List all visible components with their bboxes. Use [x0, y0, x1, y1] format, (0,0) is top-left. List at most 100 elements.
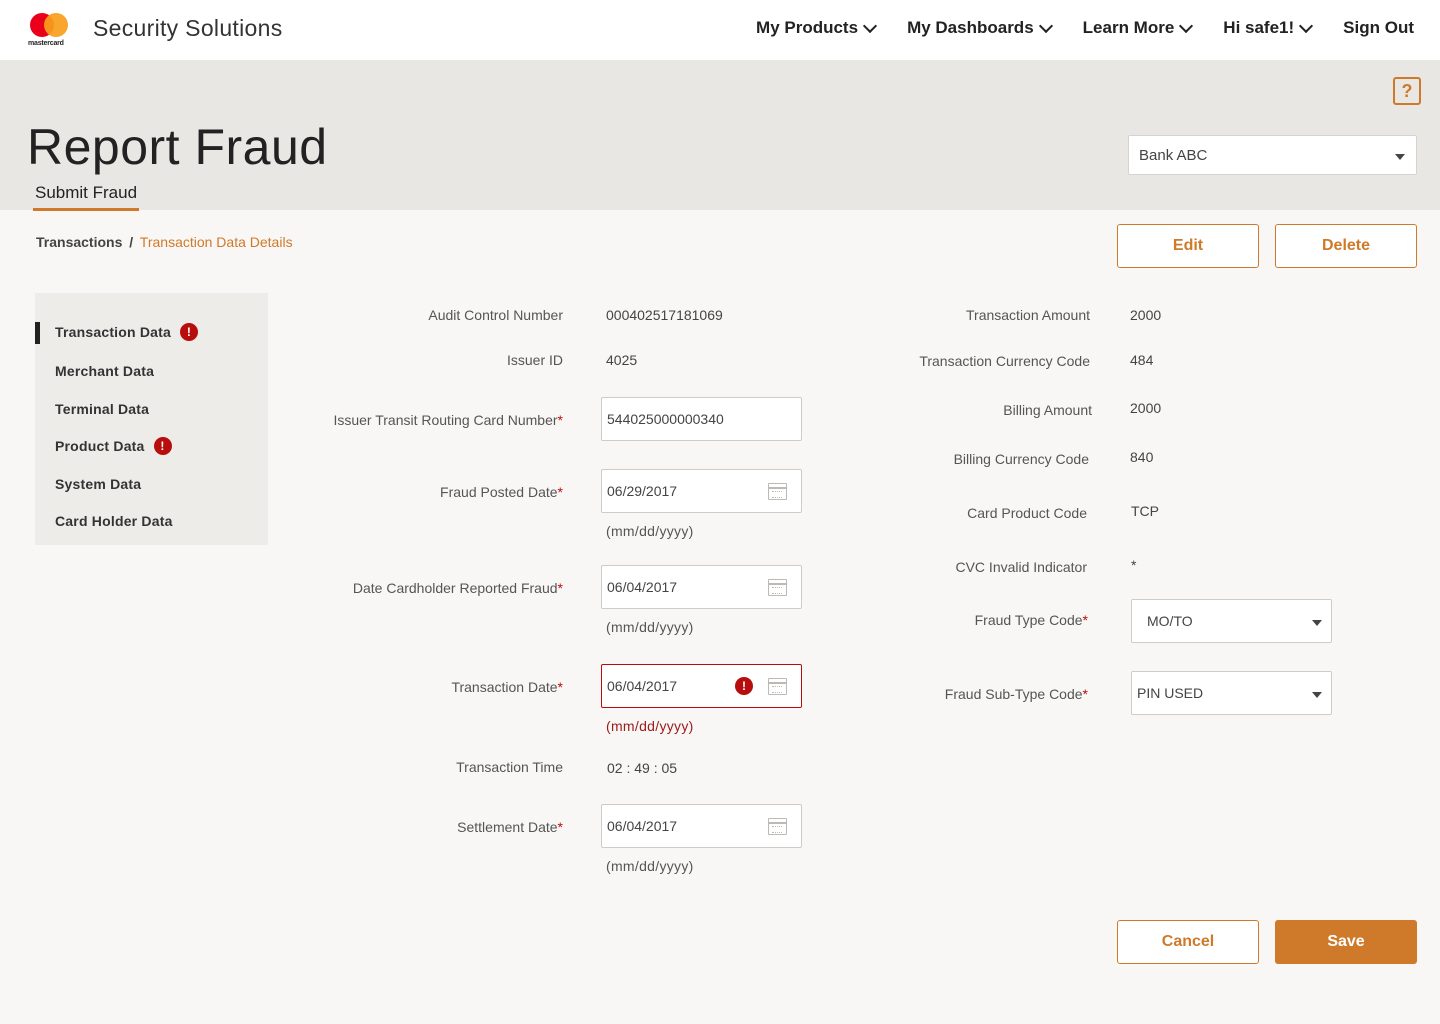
fraud-sub-type-code-label: Fraud Sub-Type Code*: [945, 686, 1088, 702]
field-label-text: Fraud Type Code: [974, 612, 1083, 628]
bank-select[interactable]: Bank ABC: [1128, 135, 1417, 175]
top-navigation-bar: mastercard Security Solutions My Product…: [0, 0, 1440, 60]
fraud-type-code-select[interactable]: MO/TO: [1131, 599, 1332, 643]
breadcrumb: Transactions / Transaction Data Details: [36, 234, 293, 250]
caret-down-icon: [1312, 692, 1322, 698]
issuer-id-label: Issuer ID: [506, 352, 563, 368]
billing-amount-value: 2000: [1130, 400, 1162, 416]
issuer-transit-routing-input[interactable]: 544025000000340: [601, 397, 802, 441]
app-title: Security Solutions: [93, 15, 283, 41]
breadcrumb-transactions[interactable]: Transactions: [36, 234, 122, 250]
field-label-text: Settlement Date: [457, 819, 558, 835]
input-value: 06/04/2017: [607, 678, 678, 694]
input-value: 06/04/2017: [607, 818, 678, 834]
transaction-amount-value: 2000: [1130, 307, 1162, 323]
edit-button[interactable]: Edit: [1117, 224, 1259, 268]
logo-orange-circle: [44, 13, 68, 37]
sidebar-item-system-data[interactable]: System Data: [55, 476, 141, 492]
nav-my-products[interactable]: My Products: [756, 18, 878, 38]
sidebar-item-terminal-data[interactable]: Terminal Data: [55, 401, 149, 417]
billing-currency-code-label: Billing Currency Code: [953, 451, 1089, 467]
page-title: Report Fraud: [27, 119, 328, 175]
caret-down-icon: [1395, 154, 1405, 160]
cvc-invalid-indicator-value: *: [1131, 557, 1137, 573]
nav-my-dashboards[interactable]: My Dashboards: [907, 18, 1053, 38]
sidebar-item-label: System Data: [55, 476, 142, 492]
settlement-date-input[interactable]: 06/04/2017: [601, 804, 802, 848]
error-icon: !: [180, 322, 199, 341]
field-label-text: Issuer Transit Routing Card Number: [333, 412, 558, 428]
chevron-down-icon: [1179, 18, 1194, 33]
sidebar-item-label: Card Holder Data: [55, 513, 173, 529]
required-marker: *: [1082, 686, 1088, 702]
transaction-time-label: Transaction Time: [456, 759, 563, 775]
required-marker: *: [557, 819, 563, 835]
calendar-icon[interactable]: [768, 483, 787, 500]
logo-wordmark: mastercard: [28, 40, 64, 47]
fraud-posted-date-label: Fraud Posted Date*: [440, 484, 563, 500]
required-marker: *: [557, 484, 563, 500]
error-icon: !: [735, 677, 753, 695]
chevron-down-icon: [862, 18, 878, 33]
chevron-down-icon: [1299, 18, 1314, 33]
breadcrumb-current: Transaction Data Details: [139, 234, 293, 250]
error-icon: !: [153, 436, 172, 455]
nav-sign-out[interactable]: Sign Out: [1343, 18, 1414, 38]
sidebar-item-label: Terminal Data: [55, 401, 150, 417]
transaction-date-label: Transaction Date*: [451, 679, 563, 695]
select-value: MO/TO: [1147, 613, 1193, 629]
audit-control-number-label: Audit Control Number: [428, 307, 563, 323]
section-sidebar: Transaction Data! Merchant Data Terminal…: [35, 293, 268, 545]
tab-submit-fraud[interactable]: Submit Fraud: [33, 183, 140, 211]
sidebar-item-label: Merchant Data: [55, 363, 155, 379]
field-label-text: Fraud Sub-Type Code: [944, 686, 1083, 702]
sidebar-item-merchant-data[interactable]: Merchant Data: [55, 363, 154, 379]
mastercard-logo[interactable]: mastercard: [28, 13, 74, 49]
input-value: 06/29/2017: [607, 483, 678, 499]
calendar-icon[interactable]: [768, 579, 787, 596]
cvc-invalid-indicator-label: CVC Invalid Indicator: [955, 559, 1087, 575]
delete-button[interactable]: Delete: [1275, 224, 1417, 268]
field-label-text: Fraud Posted Date: [440, 484, 558, 500]
calendar-icon[interactable]: [768, 818, 787, 835]
issuer-transit-routing-label: Issuer Transit Routing Card Number*: [333, 412, 563, 428]
nav-label: My Products: [756, 18, 859, 37]
required-marker: *: [1082, 612, 1088, 628]
sidebar-item-label: Transaction Data: [55, 324, 172, 340]
nav-learn-more[interactable]: Learn More: [1083, 18, 1194, 38]
transaction-currency-code-value: 484: [1130, 352, 1154, 368]
field-label-text: Transaction Date: [451, 679, 558, 695]
transaction-date-input[interactable]: 06/04/2017!: [601, 664, 802, 708]
fraud-posted-date-input[interactable]: 06/29/2017: [601, 469, 802, 513]
input-value: 544025000000340: [607, 411, 724, 427]
date-cardholder-reported-input[interactable]: 06/04/2017: [601, 565, 802, 609]
sidebar-item-card-holder-data[interactable]: Card Holder Data: [55, 513, 173, 529]
date-format-hint: (mm/dd/yyyy): [606, 523, 694, 539]
cancel-button[interactable]: Cancel: [1117, 920, 1259, 964]
caret-down-icon: [1312, 620, 1322, 626]
date-format-hint: (mm/dd/yyyy): [606, 858, 694, 874]
date-cardholder-reported-label: Date Cardholder Reported Fraud*: [353, 580, 563, 596]
nav-user-menu[interactable]: Hi safe1!: [1223, 18, 1314, 38]
audit-control-number-value: 000402517181069: [606, 307, 723, 323]
required-marker: *: [557, 412, 563, 428]
settlement-date-label: Settlement Date*: [457, 819, 563, 835]
save-button[interactable]: Save: [1275, 920, 1417, 964]
issuer-id-value: 4025: [606, 352, 638, 368]
field-label-text: Date Cardholder Reported Fraud: [352, 580, 558, 596]
chevron-down-icon: [1038, 18, 1053, 33]
input-value: 06/04/2017: [607, 579, 678, 595]
bank-select-value: Bank ABC: [1139, 147, 1208, 164]
sidebar-item-transaction-data[interactable]: Transaction Data!: [55, 322, 199, 341]
calendar-icon[interactable]: [768, 678, 787, 695]
nav-label: Sign Out: [1343, 18, 1414, 37]
sidebar-item-product-data[interactable]: Product Data!: [55, 436, 172, 455]
card-product-code-label: Card Product Code: [967, 505, 1087, 521]
card-product-code-value: TCP: [1131, 503, 1159, 519]
help-icon[interactable]: ?: [1393, 77, 1421, 105]
date-format-hint-error: (mm/dd/yyyy): [606, 718, 694, 734]
fraud-sub-type-code-select[interactable]: PIN USED: [1131, 671, 1332, 715]
billing-amount-label: Billing Amount: [1003, 402, 1092, 418]
billing-currency-code-value: 840: [1130, 449, 1154, 465]
sidebar-item-label: Product Data: [55, 438, 145, 454]
